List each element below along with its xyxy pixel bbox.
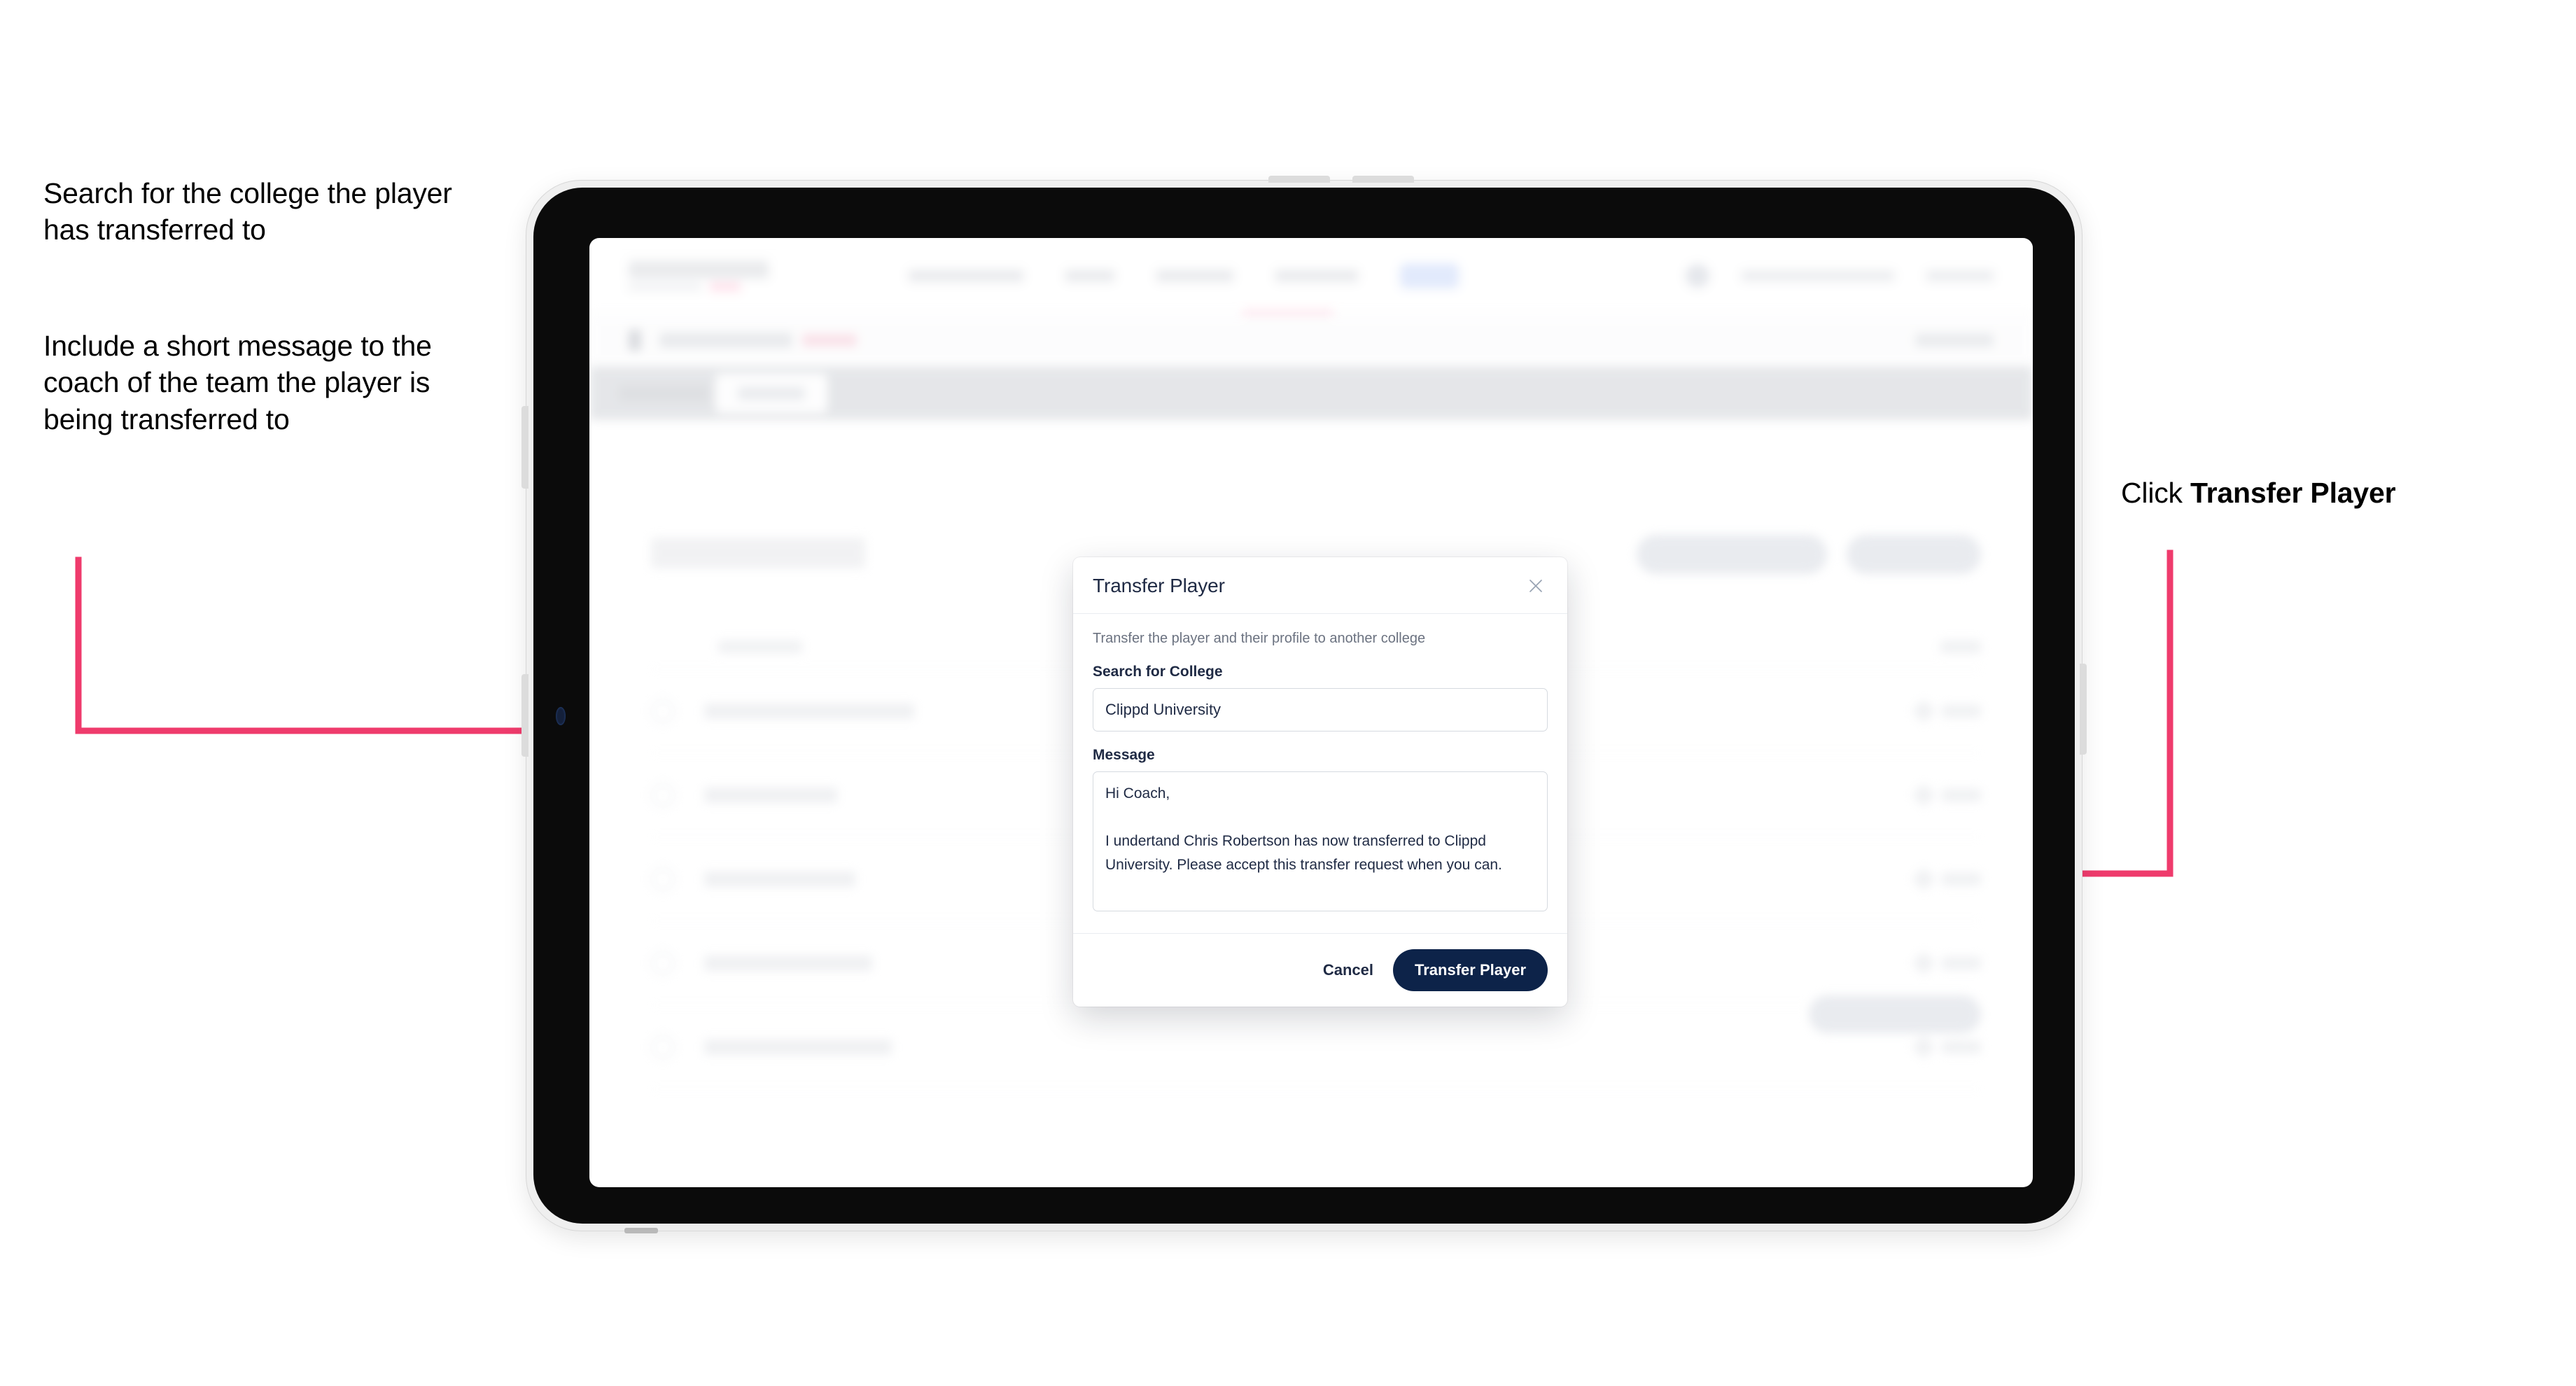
power-button[interactable] — [2080, 664, 2087, 755]
annotation-right-bold: Transfer Player — [2190, 477, 2396, 509]
dialog-title: Transfer Player — [1093, 575, 1225, 596]
dialog-footer: Cancel Transfer Player — [1073, 933, 1567, 1007]
annotation-right-prefix: Click — [2121, 477, 2191, 509]
search-college-input[interactable] — [1093, 688, 1548, 732]
dialog-header: Transfer Player — [1073, 557, 1567, 614]
volume-up-button[interactable] — [1268, 176, 1330, 183]
annotation-click-transfer: Click Transfer Player — [2121, 475, 2555, 511]
front-camera-icon — [556, 707, 566, 725]
screenshot-canvas: Search for the college the player has tr… — [0, 0, 2576, 1386]
tablet-screen: Transfer Player Transfer the player and … — [589, 238, 2033, 1187]
close-icon[interactable] — [1524, 574, 1548, 598]
transfer-player-button[interactable]: Transfer Player — [1393, 949, 1548, 991]
message-textarea[interactable] — [1093, 771, 1548, 911]
cancel-button[interactable]: Cancel — [1323, 961, 1373, 979]
tablet-device-frame: Transfer Player Transfer the player and … — [522, 176, 2087, 1233]
modal-overlay: Transfer Player Transfer the player and … — [589, 238, 2033, 1187]
message-field-label: Message — [1093, 747, 1155, 763]
college-field-label: Search for College — [1093, 664, 1223, 680]
side-button-upper[interactable] — [522, 406, 528, 489]
dialog-description: Transfer the player and their profile to… — [1093, 631, 1426, 646]
dialog-body: Transfer the player and their profile to… — [1073, 614, 1567, 933]
side-button-lower[interactable] — [522, 674, 528, 757]
device-foot — [624, 1228, 658, 1233]
transfer-player-dialog: Transfer Player Transfer the player and … — [1073, 557, 1567, 1007]
annotation-search-college: Search for the college the player has tr… — [43, 177, 452, 246]
annotation-include-message: Include a short message to the coach of … — [43, 330, 432, 435]
tablet-bezel: Transfer Player Transfer the player and … — [533, 188, 2075, 1224]
volume-down-button[interactable] — [1352, 176, 1414, 183]
